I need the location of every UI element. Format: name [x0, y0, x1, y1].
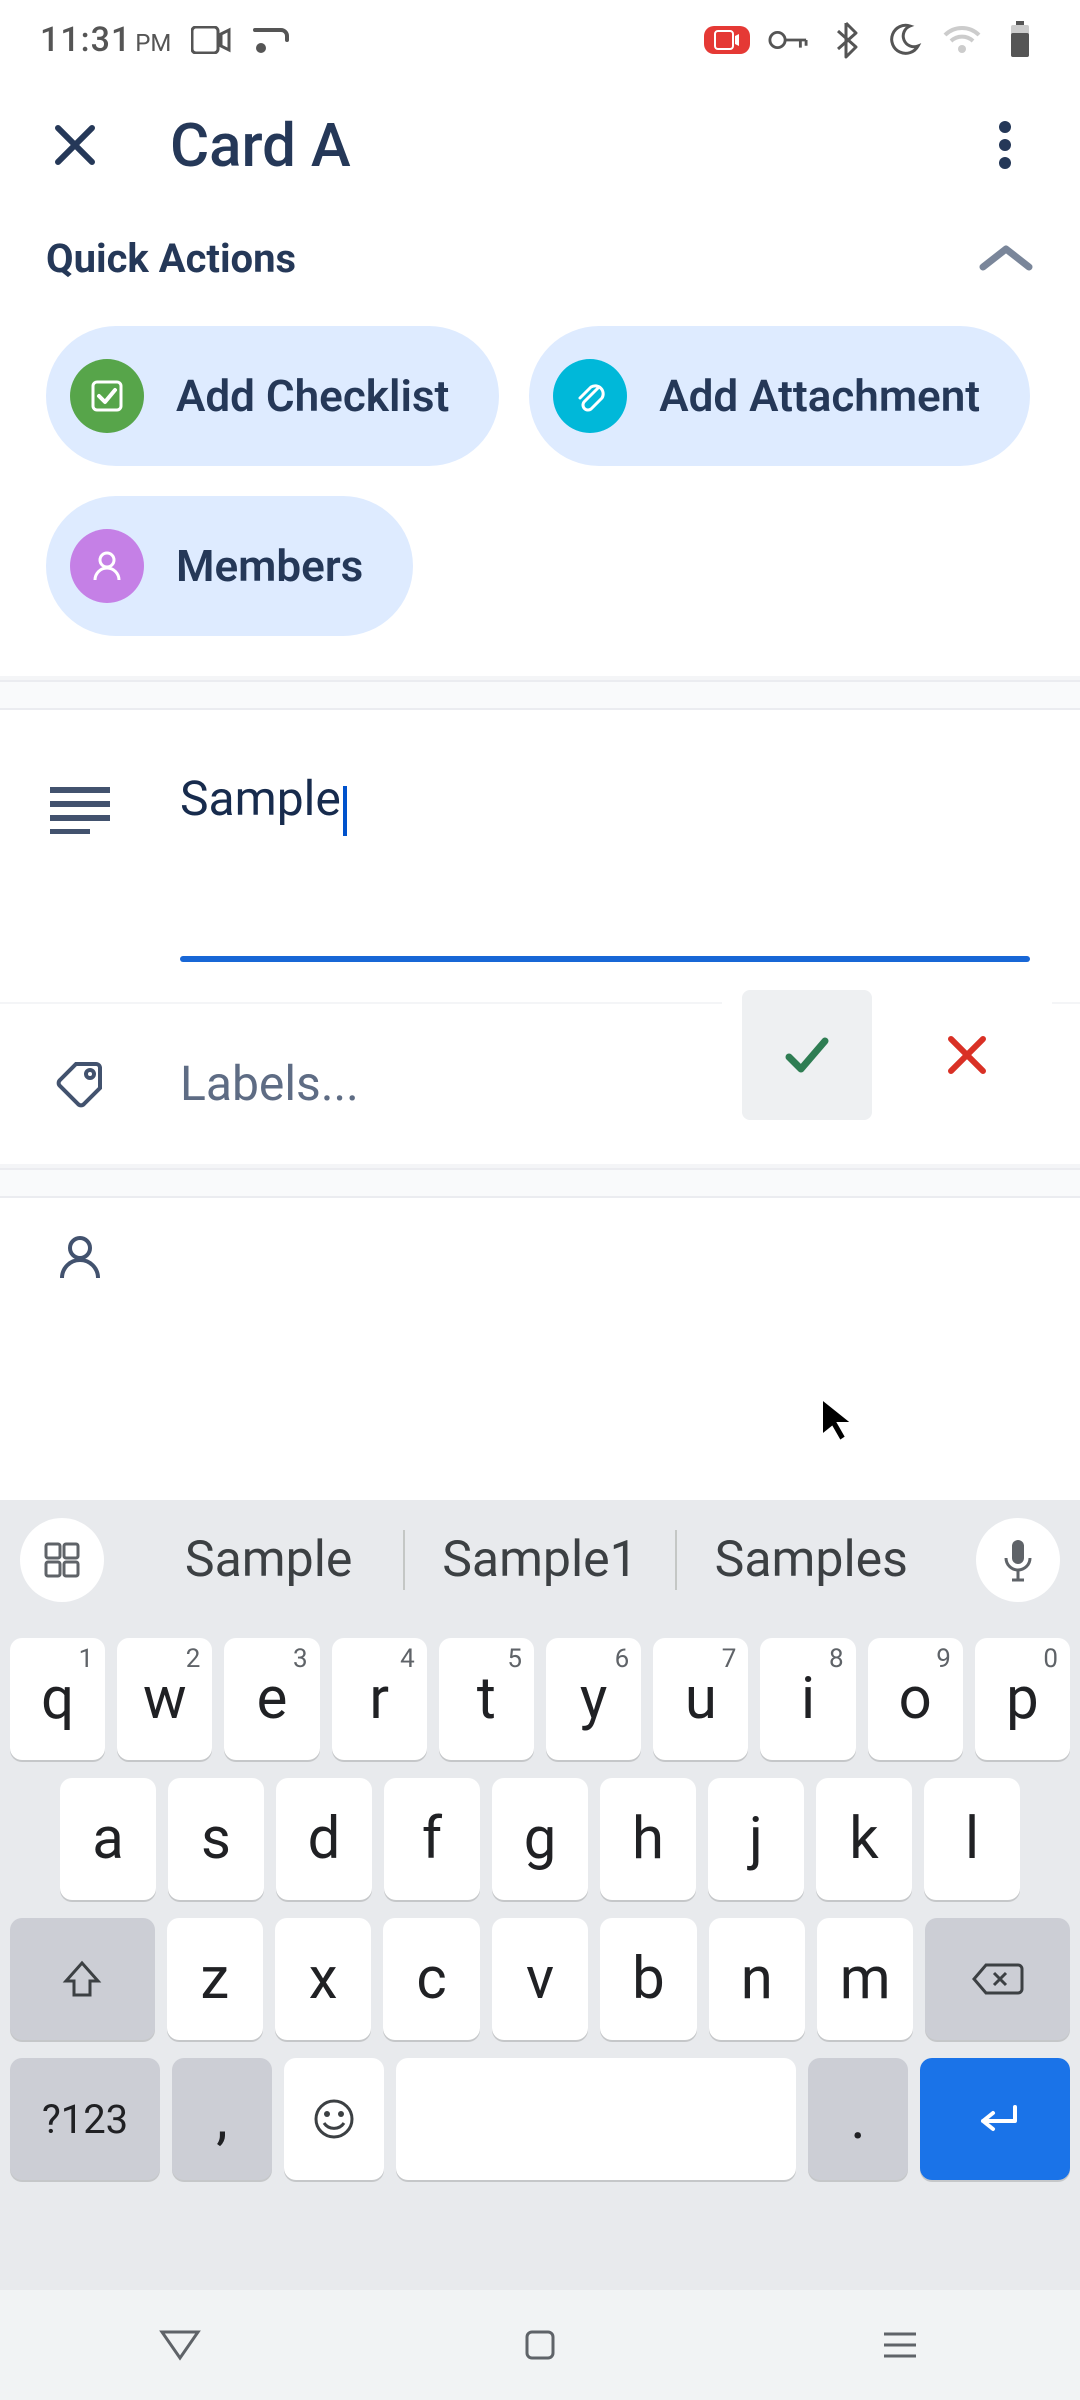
person-outline-icon: [50, 1228, 110, 1278]
comma-key-label: ,: [216, 2085, 227, 2153]
add-attachment-button[interactable]: Add Attachment: [529, 326, 1030, 466]
nav-recents-button[interactable]: [860, 2320, 940, 2370]
suggestion-2[interactable]: Sample1: [405, 1531, 674, 1589]
quick-actions-title: Quick Actions: [46, 235, 296, 282]
attachment-icon: [553, 359, 627, 433]
members-label: Members: [176, 540, 363, 592]
key-v[interactable]: v: [492, 1918, 588, 2040]
close-button[interactable]: [50, 120, 100, 170]
key-h[interactable]: h: [600, 1778, 696, 1900]
vpn-key-icon: [768, 20, 808, 60]
key-w[interactable]: w2: [117, 1638, 212, 1760]
suggestion-1[interactable]: Sample: [134, 1531, 403, 1589]
screen-record-badge: [704, 26, 750, 54]
checklist-icon: [70, 359, 144, 433]
members-row-cutoff[interactable]: [0, 1198, 1080, 1278]
dnd-moon-icon: [884, 20, 924, 60]
confirm-edit-button[interactable]: [742, 990, 872, 1120]
space-key[interactable]: [396, 2058, 796, 2180]
key-p[interactable]: p0: [975, 1638, 1070, 1760]
nav-home-button[interactable]: [500, 2320, 580, 2370]
period-key[interactable]: .: [808, 2058, 908, 2180]
app-header: Card A: [0, 80, 1080, 210]
add-checklist-button[interactable]: Add Checklist: [46, 326, 499, 466]
bluetooth-icon: [826, 20, 866, 60]
backspace-key[interactable]: [925, 1918, 1070, 2040]
key-y[interactable]: y6: [546, 1638, 641, 1760]
key-s[interactable]: s: [168, 1778, 264, 1900]
cast-icon: [251, 20, 291, 60]
key-b[interactable]: b: [600, 1918, 696, 2040]
nav-back-button[interactable]: [140, 2320, 220, 2370]
key-f[interactable]: f: [384, 1778, 480, 1900]
period-key-label: .: [850, 2085, 865, 2153]
key-r[interactable]: r4: [332, 1638, 427, 1760]
key-d[interactable]: d: [276, 1778, 372, 1900]
section-gap: [0, 680, 1080, 710]
wifi-icon: [942, 20, 982, 60]
description-section: Sample: [0, 710, 1080, 1002]
comma-key[interactable]: ,: [172, 2058, 272, 2180]
tag-icon: [50, 1054, 110, 1114]
status-bar: 11:31PM: [0, 0, 1080, 80]
camera-icon: [191, 20, 231, 60]
key-q[interactable]: q1: [10, 1638, 105, 1760]
description-value: Sample: [180, 770, 341, 827]
key-e[interactable]: e3: [224, 1638, 319, 1760]
emoji-key[interactable]: [284, 2058, 384, 2180]
key-n[interactable]: n: [709, 1918, 805, 2040]
symbols-key[interactable]: ?123: [10, 2058, 160, 2180]
key-c[interactable]: c: [383, 1918, 479, 2040]
enter-key[interactable]: [920, 2058, 1070, 2180]
key-a[interactable]: a: [60, 1778, 156, 1900]
suggestion-3[interactable]: Samples: [677, 1531, 946, 1589]
quick-actions-section: Quick Actions Add Checklist Add Attachme…: [0, 210, 1080, 676]
soft-keyboard: Sample Sample1 Samples q1w2e3r4t5y6u7i8o…: [0, 1500, 1080, 2400]
key-k[interactable]: k: [816, 1778, 912, 1900]
description-lines-icon: [50, 780, 110, 840]
key-j[interactable]: j: [708, 1778, 804, 1900]
status-time: 11:31PM: [40, 20, 171, 60]
key-g[interactable]: g: [492, 1778, 588, 1900]
cancel-edit-button[interactable]: [902, 990, 1032, 1120]
key-z[interactable]: z: [167, 1918, 263, 2040]
text-cursor: [343, 786, 347, 836]
key-u[interactable]: u7: [653, 1638, 748, 1760]
system-nav-bar: [0, 2290, 1080, 2400]
chevron-up-icon[interactable]: [978, 230, 1034, 286]
key-i[interactable]: i8: [760, 1638, 855, 1760]
overflow-menu-button[interactable]: [980, 120, 1030, 170]
key-m[interactable]: m: [817, 1918, 913, 2040]
key-t[interactable]: t5: [439, 1638, 534, 1760]
description-input[interactable]: Sample: [180, 770, 1030, 962]
add-checklist-label: Add Checklist: [176, 370, 449, 422]
battery-icon: [1000, 20, 1040, 60]
person-icon: [70, 529, 144, 603]
keyboard-apps-button[interactable]: [20, 1518, 104, 1602]
key-o[interactable]: o9: [868, 1638, 963, 1760]
section-gap: [0, 1168, 1080, 1198]
members-button[interactable]: Members: [46, 496, 413, 636]
key-l[interactable]: l: [924, 1778, 1020, 1900]
shift-key[interactable]: [10, 1918, 155, 2040]
edit-confirm-toolbar: [722, 970, 1052, 1140]
input-underline: [180, 956, 1030, 962]
symbols-key-label: ?123: [42, 2096, 128, 2143]
voice-input-button[interactable]: [976, 1518, 1060, 1602]
key-x[interactable]: x: [275, 1918, 371, 2040]
add-attachment-label: Add Attachment: [659, 370, 980, 422]
suggestion-bar: Sample Sample1 Samples: [0, 1500, 1080, 1620]
mouse-cursor-icon: [818, 1395, 858, 1445]
card-title: Card A: [170, 110, 351, 181]
labels-placeholder: Labels...: [180, 1055, 359, 1112]
